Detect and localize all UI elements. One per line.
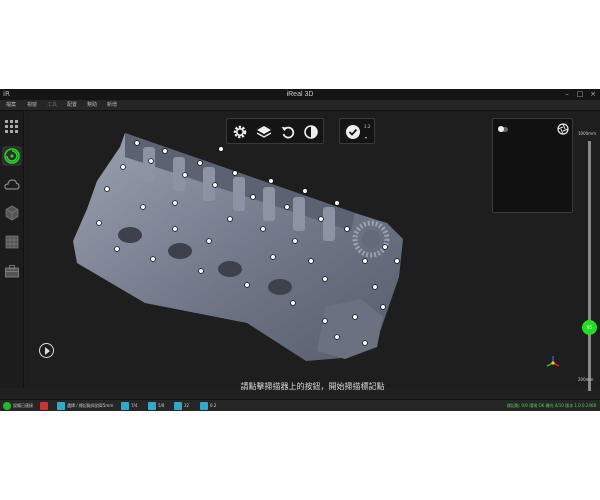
toolbox-button[interactable] xyxy=(2,261,22,281)
view-toolbar xyxy=(226,118,324,144)
minimize-button[interactable]: – xyxy=(562,90,572,99)
maximize-button[interactable]: □ xyxy=(575,90,585,99)
app-window: iR iReal 3D – □ × 檔案 視窗 工具 配置 幫助 新增 3.2 … xyxy=(0,89,600,411)
menu-window[interactable]: 視窗 xyxy=(27,100,37,111)
toolbox-icon xyxy=(5,265,19,278)
camera-preview-panel xyxy=(492,118,573,213)
point-cloud-button[interactable] xyxy=(2,175,22,195)
instruction-text: 請點擊掃描器上的按鈕，開始掃描標記點 xyxy=(240,382,385,391)
axis-icon xyxy=(546,356,560,367)
mesh-icon xyxy=(5,205,19,221)
menu-new[interactable]: 新增 xyxy=(107,100,117,111)
menu-tools[interactable]: 工具 xyxy=(47,100,57,111)
capture-value: 3.2 xyxy=(364,124,371,129)
status-mode: 選擇 / 標記點與對齊5mm xyxy=(67,403,114,408)
capture-toolbar: 3.2 ▾ xyxy=(339,118,375,144)
marker-mode-icon[interactable] xyxy=(57,402,65,410)
preview-toggle[interactable] xyxy=(498,126,508,132)
cloud-icon xyxy=(4,179,20,190)
play-button[interactable] xyxy=(39,343,54,358)
scan-button[interactable] xyxy=(2,146,22,166)
status-exposure: 7/4 xyxy=(131,403,138,408)
scan-icon xyxy=(4,148,20,164)
window-title: iReal 3D xyxy=(286,91,314,98)
status-connected: 設備已連接 xyxy=(13,403,33,408)
chevron-down-icon[interactable]: ▾ xyxy=(365,135,367,140)
gear-icon[interactable] xyxy=(232,124,248,140)
distance-icon[interactable] xyxy=(148,402,156,410)
mesh-button[interactable] xyxy=(2,203,22,223)
menu-config[interactable]: 配置 xyxy=(67,100,77,111)
resolution-icon[interactable] xyxy=(200,402,208,410)
grid-button[interactable] xyxy=(2,117,22,137)
check-icon[interactable] xyxy=(345,124,361,140)
status-bar: 設備已連接 選擇 / 標記點與對齊5mm 7/4 5/8 32 0.2 標記點:… xyxy=(0,399,600,411)
distance-slider-knob[interactable]: 95 xyxy=(582,319,597,335)
connected-icon xyxy=(3,402,11,410)
brightness-icon[interactable] xyxy=(174,402,182,410)
title-bar: iR iReal 3D – □ × xyxy=(0,89,600,100)
status-summary: 標記點: 0/0 環境 OK 曝光 4/10 版本 1.0.0.2468 xyxy=(506,403,596,408)
menu-help[interactable]: 幫助 xyxy=(87,100,97,111)
status-distance: 5/8 xyxy=(158,403,165,408)
menu-file[interactable]: 檔案 xyxy=(6,100,16,111)
distance-slider-track[interactable] xyxy=(588,141,591,391)
status-resolution: 0.2 xyxy=(210,403,217,408)
left-toolbar xyxy=(0,111,24,388)
layers-icon[interactable] xyxy=(256,124,272,140)
status-brightness: 32 xyxy=(184,403,190,408)
grid-icon xyxy=(5,120,18,133)
texture-button[interactable] xyxy=(2,232,22,252)
camera-icon[interactable] xyxy=(557,123,569,135)
close-button[interactable]: × xyxy=(588,90,598,99)
reset-icon[interactable] xyxy=(280,124,296,140)
exposure-icon[interactable] xyxy=(121,402,129,410)
slider-top-label: 1000mm xyxy=(578,131,596,136)
3d-viewport[interactable]: 3.2 ▾ 1000mm 95 200mm 請點擊掃描器上的按鈕，開始掃描標記點 xyxy=(25,111,600,391)
scanner-icon[interactable] xyxy=(40,402,48,410)
contrast-icon[interactable] xyxy=(303,124,319,140)
menu-bar: 檔案 視窗 工具 配置 幫助 新增 xyxy=(0,100,600,111)
texture-icon xyxy=(5,235,19,249)
